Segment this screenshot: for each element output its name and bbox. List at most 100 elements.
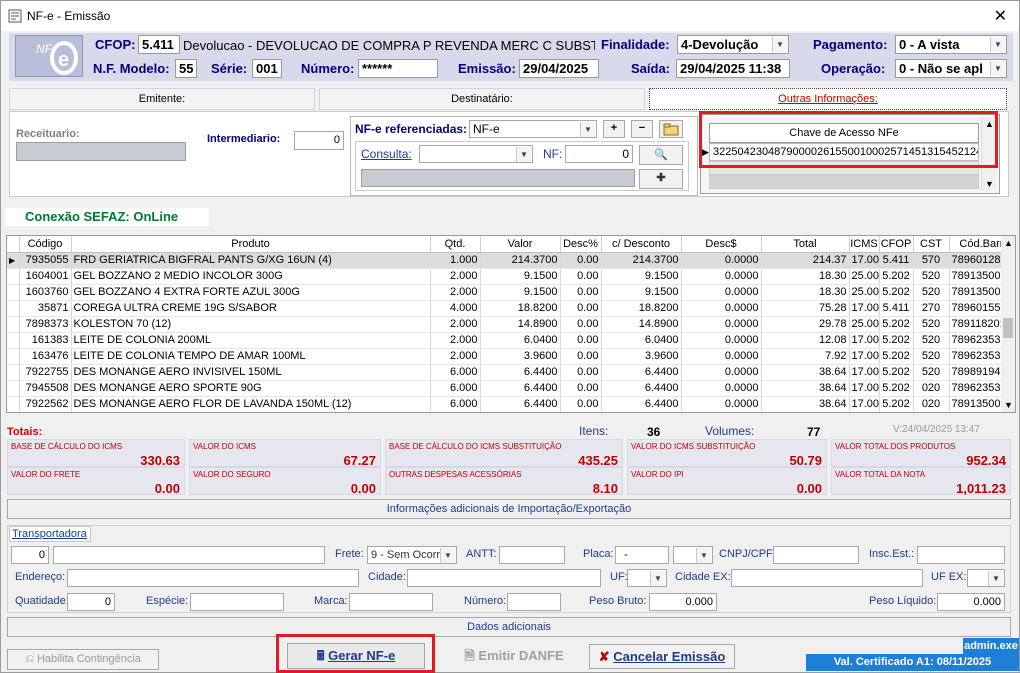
table-row[interactable]: 161383 LEITE DE COLONIA 200ML 2.000 6.0400 0…	[7, 332, 1015, 349]
grid-header-cell[interactable]: Valor	[480, 236, 561, 253]
especie-field[interactable]	[190, 593, 284, 611]
table-cell: 0.00	[560, 380, 602, 397]
marca-field[interactable]	[349, 593, 433, 611]
table-cell: 5.202	[879, 396, 914, 412]
nf-label: NF:	[543, 147, 563, 161]
grid-scrollbar[interactable]: ▲ ▼	[1001, 236, 1015, 412]
modelo-field[interactable]: 55	[175, 59, 197, 78]
cidade-field[interactable]	[407, 569, 601, 587]
habilita-contingencia-button[interactable]: ⎌ Habilita Contingência	[7, 649, 159, 670]
tab-emitente[interactable]: Emitente:	[9, 88, 315, 110]
cnpj-label: CNPJ/CPF:	[719, 548, 776, 560]
table-cell: 214.37	[761, 252, 850, 269]
table-row[interactable]: 7922755 DES MONANGE AERO INVISIVEL 150ML 6…	[7, 364, 1015, 381]
table-cell: 6.4400	[480, 380, 561, 397]
certificado-status: Val. Certificado A1: 08/11/2025	[806, 654, 1019, 671]
numero-volume-field[interactable]	[507, 593, 561, 611]
uf-ex-select[interactable]: ▼	[967, 569, 1005, 587]
table-cell: 0.00	[560, 268, 602, 285]
emissao-field[interactable]: 29/04/2025	[519, 59, 599, 78]
table-cell: 570	[913, 252, 950, 269]
peso-bruto-field[interactable]: 0.000	[649, 593, 717, 611]
table-row[interactable]: 7945508 DES MONANGE AERO SPORTE 90G 6.000 6…	[7, 380, 1015, 397]
consulta-select[interactable]: ▼	[419, 145, 533, 163]
remove-ref-button[interactable]: −	[631, 120, 653, 138]
pagamento-select[interactable]: 0 - A vista ▼	[895, 35, 1007, 54]
grid-header-cell[interactable]: Código	[19, 236, 72, 253]
dados-adicionais-button[interactable]: Dados adicionais	[7, 617, 1011, 637]
transp-nome-field[interactable]	[53, 546, 325, 564]
emitir-danfe-button[interactable]: 🗎 Emitir DANFE	[445, 645, 583, 669]
cancelar-emissao-button[interactable]: ✘ Cancelar Emissão	[589, 644, 735, 669]
add-nf-button[interactable]: ✚	[639, 169, 683, 189]
import-ref-button[interactable]	[659, 120, 683, 138]
serie-field[interactable]: 001	[252, 59, 282, 78]
operacao-select[interactable]: 0 - Não se apl ▼	[895, 59, 1007, 78]
table-cell: 214.3700	[601, 252, 682, 269]
numero-field[interactable]: ******	[358, 59, 438, 78]
insc-est-field[interactable]	[917, 546, 1005, 564]
table-row[interactable]: 7922562 DES MONANGE AERO FLOR DE LAVANDA …	[7, 396, 1015, 412]
peso-liquido-field[interactable]: 0.000	[937, 593, 1005, 611]
cnpj-field[interactable]	[773, 546, 859, 564]
tab-transportadora[interactable]: Transportadora	[9, 526, 91, 542]
frete-select[interactable]: 9 - Sem Ocorr ▼	[367, 546, 457, 564]
table-cell: 18.30	[761, 268, 850, 285]
table-cell: 6.0400	[480, 332, 561, 349]
seguro-label: VALOR DO SEGURO	[193, 470, 271, 479]
consulta-label[interactable]: Consulta:	[361, 147, 412, 161]
nf-field[interactable]: 0	[565, 145, 633, 163]
saida-field[interactable]: 29/04/2025 11:38	[676, 59, 790, 78]
marca-label: Marca:	[314, 595, 348, 607]
scroll-thumb[interactable]	[1003, 318, 1013, 338]
table-row[interactable]: ▶ 7935055 FRD GERIATRICA BIGFRAL PANTS G/X…	[7, 252, 1015, 269]
table-row[interactable]: 163476 LEITE DE COLONIA TEMPO DE AMAR 100…	[7, 348, 1015, 365]
placa-field[interactable]: -	[615, 546, 669, 564]
finalidade-select[interactable]: 4-Devolução ▼	[677, 35, 789, 54]
grid-header-cell[interactable]: CFOP	[879, 236, 914, 253]
cidade-ex-field[interactable]	[731, 569, 923, 587]
quantidade-field[interactable]: 0	[67, 593, 115, 611]
total-nota-value: 1,011.23	[956, 481, 1006, 496]
table-row[interactable]: 7898373 KOLESTON 70 (12) 2.000 14.8900 0.00 1…	[7, 316, 1015, 333]
total-nota-box: VALOR TOTAL DA NOTA 1,011.23	[831, 467, 1011, 496]
grid-header-cell[interactable]: CST	[913, 236, 950, 253]
peso-bruto-label: Peso Bruto:	[589, 595, 647, 607]
grid-header-cell[interactable]: ICMS	[849, 236, 880, 253]
search-nf-button[interactable]: 🔍	[639, 145, 683, 165]
table-cell: 38.64	[761, 380, 850, 397]
bc-st-box: BASE DE CÁLCULO DO ICMS SUBSTITUIÇÃO 435.…	[385, 439, 623, 468]
grid-header-cell[interactable]: Qtd.	[430, 236, 481, 253]
cfop-field[interactable]: 5.411	[138, 35, 180, 54]
pagamento-value: 0 - A vista	[899, 37, 960, 52]
table-cell: 9.1500	[480, 268, 561, 285]
close-icon[interactable]: ✕	[994, 6, 1007, 26]
uf-select[interactable]: ▼	[627, 569, 667, 587]
grid-header-cell[interactable]: Produto	[71, 236, 431, 253]
tab-destinatario[interactable]: Destinatário:	[319, 88, 645, 110]
grid-header-cell[interactable]: Total	[761, 236, 850, 253]
totals-label: Totais:	[7, 426, 43, 438]
add-ref-button[interactable]: +	[603, 120, 625, 138]
receituario-field[interactable]	[16, 142, 186, 161]
transp-codigo-field[interactable]: 0	[11, 546, 49, 564]
grid-header-cell[interactable]: Desc$	[681, 236, 762, 253]
intermediario-field[interactable]: 0	[294, 131, 344, 150]
importacao-button[interactable]: Informações adicionais de Importação/Exp…	[7, 499, 1011, 519]
table-cell: 520	[913, 284, 950, 301]
chevron-down-icon: ▼	[990, 37, 1005, 52]
grid-header-cell[interactable]: c/ Desconto	[601, 236, 682, 253]
chevron-down-icon: ▼	[440, 548, 455, 563]
table-cell: 0.0000	[681, 332, 762, 349]
tab-outras-informacoes[interactable]: Outras Informações:	[649, 88, 1007, 110]
table-row[interactable]: 1604001 GEL BOZZANO 2 MEDIO INCOLOR 300G 2…	[7, 268, 1015, 285]
table-cell: 520	[913, 316, 950, 333]
table-cell: 214.3700	[480, 252, 561, 269]
table-row[interactable]: 1603760 GEL BOZZANO 4 EXTRA FORTE AZUL 30…	[7, 284, 1015, 301]
endereco-field[interactable]	[67, 569, 359, 587]
placa-uf-select[interactable]: ▼	[673, 546, 713, 564]
table-row[interactable]: 35871 COREGA ULTRA CREME 19G S/SABOR 4.000…	[7, 300, 1015, 317]
grid-header-cell[interactable]: Desc%	[560, 236, 602, 253]
antt-field[interactable]	[499, 546, 565, 564]
nfe-ref-select[interactable]: NF-e ▼	[469, 120, 597, 138]
